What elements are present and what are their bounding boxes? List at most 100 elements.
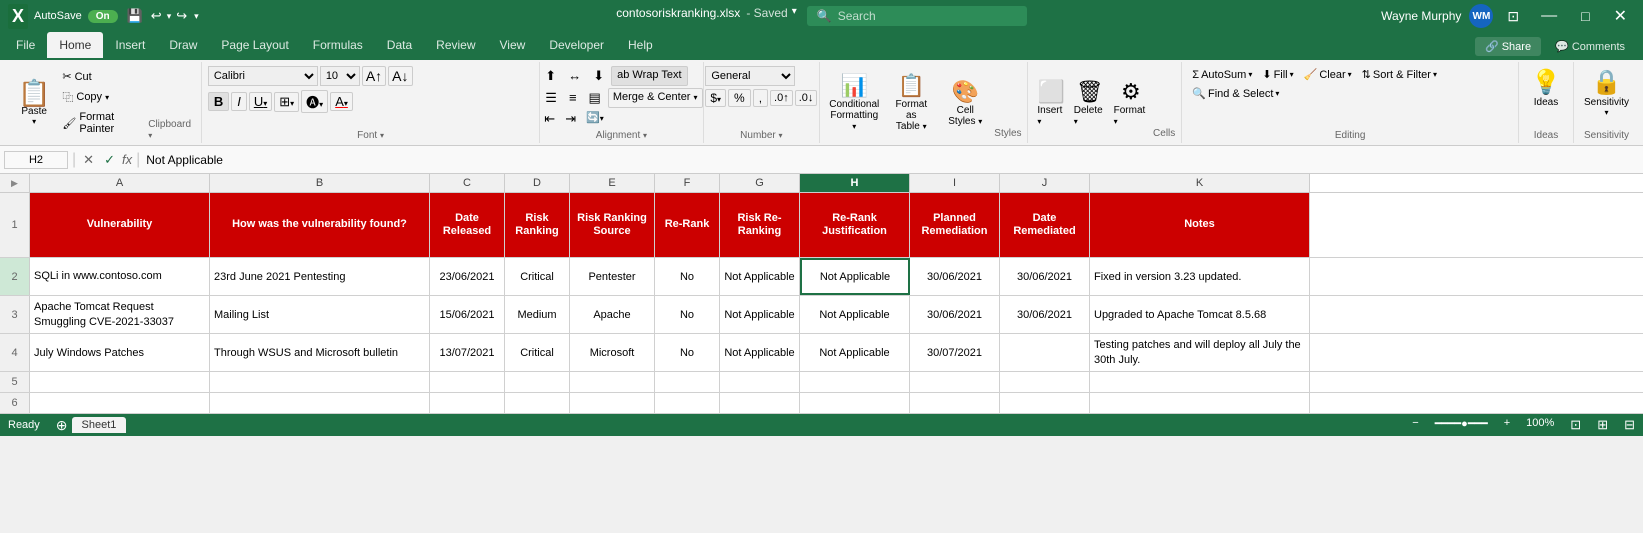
font-family-select[interactable]: Calibri: [208, 66, 318, 86]
tab-help[interactable]: Help: [616, 32, 665, 60]
cell-e2[interactable]: Pentester: [570, 258, 655, 295]
col-header-c[interactable]: C: [430, 174, 505, 192]
cell-d2[interactable]: Critical: [505, 258, 570, 295]
tab-formulas[interactable]: Formulas: [301, 32, 375, 60]
cell-b5[interactable]: [210, 372, 430, 392]
find-select-button[interactable]: 🔍 Find & Select ▾: [1188, 85, 1283, 102]
cell-f4[interactable]: No: [655, 334, 720, 371]
add-sheet-button[interactable]: ⊕: [56, 417, 68, 434]
col-header-e[interactable]: E: [570, 174, 655, 192]
currency-button[interactable]: $▾: [705, 89, 726, 107]
cell-b3[interactable]: Mailing List: [210, 296, 430, 333]
cell-d1[interactable]: Risk Ranking: [505, 193, 570, 257]
cell-c6[interactable]: [430, 393, 505, 413]
cell-g3[interactable]: Not Applicable: [720, 296, 800, 333]
cell-c5[interactable]: [430, 372, 505, 392]
confirm-formula-button[interactable]: ✓: [101, 152, 118, 168]
autosave-toggle[interactable]: On: [88, 10, 118, 23]
col-header-k[interactable]: K: [1090, 174, 1310, 192]
left-align-button[interactable]: ☰: [540, 88, 562, 108]
font-size-select[interactable]: 10: [320, 66, 360, 86]
redo-button[interactable]: ↪: [173, 6, 190, 26]
cell-k6[interactable]: [1090, 393, 1310, 413]
merge-center-button[interactable]: Merge & Center ▾: [608, 88, 703, 108]
cell-k1[interactable]: Notes: [1090, 193, 1310, 257]
sort-filter-button[interactable]: ⇅ Sort & Filter ▾: [1358, 66, 1441, 83]
copy-button[interactable]: ⿻Copy▾: [58, 87, 146, 107]
col-header-j[interactable]: J: [1000, 174, 1090, 192]
tab-draw[interactable]: Draw: [157, 32, 209, 60]
col-header-b[interactable]: B: [210, 174, 430, 192]
increase-decimal-button[interactable]: .0↑: [770, 90, 793, 106]
cell-h2[interactable]: Not Applicable: [800, 258, 910, 295]
zoom-in-button[interactable]: +: [1504, 417, 1510, 433]
paste-button[interactable]: 📋 Paste ▾: [14, 76, 54, 130]
tab-insert[interactable]: Insert: [103, 32, 157, 60]
cell-i1[interactable]: Planned Remediation: [910, 193, 1000, 257]
underline-button[interactable]: U▾: [249, 92, 272, 111]
cell-g5[interactable]: [720, 372, 800, 392]
italic-button[interactable]: I: [231, 92, 247, 111]
sheet-tab-sheet1[interactable]: Sheet1: [72, 417, 127, 433]
format-painter-button[interactable]: 🖌Format Painter: [58, 109, 146, 137]
increase-indent-button[interactable]: ⇥: [561, 110, 580, 128]
col-header-a[interactable]: A: [30, 174, 210, 192]
paste-dropdown[interactable]: ▾: [32, 117, 36, 126]
cell-d4[interactable]: Critical: [505, 334, 570, 371]
select-all-button[interactable]: ▶: [0, 174, 30, 192]
insert-button[interactable]: ⬜ Insert ▾: [1034, 76, 1068, 130]
cell-c1[interactable]: Date Released: [430, 193, 505, 257]
cell-e3[interactable]: Apache: [570, 296, 655, 333]
cell-g4[interactable]: Not Applicable: [720, 334, 800, 371]
delete-button[interactable]: 🗑 Delete ▾: [1071, 76, 1109, 130]
cell-f5[interactable]: [655, 372, 720, 392]
cell-j2[interactable]: 30/06/2021: [1000, 258, 1090, 295]
cell-g2[interactable]: Not Applicable: [720, 258, 800, 295]
user-avatar[interactable]: WM: [1469, 4, 1493, 28]
col-header-d[interactable]: D: [505, 174, 570, 192]
cell-k2[interactable]: Fixed in version 3.23 updated.: [1090, 258, 1310, 295]
cell-c2[interactable]: 23/06/2021: [430, 258, 505, 295]
cell-b2[interactable]: 23rd June 2021 Pentesting: [210, 258, 430, 295]
cell-reference-box[interactable]: H2: [4, 151, 68, 169]
center-align-button[interactable]: ≡: [564, 88, 582, 108]
cell-j1[interactable]: Date Remediated: [1000, 193, 1090, 257]
normal-view-button[interactable]: ⊡: [1570, 417, 1581, 433]
tab-page-layout[interactable]: Page Layout: [209, 32, 300, 60]
formula-input[interactable]: [144, 151, 1639, 169]
cell-a1[interactable]: Vulnerability: [30, 193, 210, 257]
cell-styles-button[interactable]: 🎨 Cell Styles ▾: [940, 76, 990, 130]
cell-h6[interactable]: [800, 393, 910, 413]
close-button[interactable]: ✕: [1606, 4, 1635, 28]
number-format-select[interactable]: General: [705, 66, 795, 86]
decrease-indent-button[interactable]: ⇤: [540, 110, 559, 128]
cancel-formula-button[interactable]: ✕: [80, 152, 97, 168]
increase-font-button[interactable]: A↑: [362, 66, 386, 86]
minimize-button[interactable]: —: [1533, 5, 1565, 27]
decrease-decimal-button[interactable]: .0↓: [795, 90, 818, 106]
cell-h1[interactable]: Re-Rank Justification: [800, 193, 910, 257]
cell-a5[interactable]: [30, 372, 210, 392]
cell-g1[interactable]: Risk Re-Ranking: [720, 193, 800, 257]
tab-review[interactable]: Review: [424, 32, 487, 60]
decrease-font-button[interactable]: A↓: [388, 66, 412, 86]
tab-home[interactable]: Home: [47, 32, 103, 60]
cell-b1[interactable]: How was the vulnerability found?: [210, 193, 430, 257]
customize-qat-dropdown[interactable]: ▾: [192, 9, 201, 24]
cell-i4[interactable]: 30/07/2021: [910, 334, 1000, 371]
search-box[interactable]: 🔍: [807, 6, 1027, 26]
cell-e6[interactable]: [570, 393, 655, 413]
wrap-text-button[interactable]: ab Wrap Text: [611, 66, 687, 86]
tab-view[interactable]: View: [488, 32, 538, 60]
col-header-h[interactable]: H: [800, 174, 910, 192]
page-layout-view-button[interactable]: ⊞: [1597, 417, 1608, 433]
cell-d5[interactable]: [505, 372, 570, 392]
cell-j6[interactable]: [1000, 393, 1090, 413]
share-button[interactable]: 🔗 Share: [1475, 37, 1541, 56]
cell-k5[interactable]: [1090, 372, 1310, 392]
cell-a2[interactable]: SQLi in www.contoso.com: [30, 258, 210, 295]
cell-f2[interactable]: No: [655, 258, 720, 295]
col-header-i[interactable]: I: [910, 174, 1000, 192]
cell-c3[interactable]: 15/06/2021: [430, 296, 505, 333]
borders-button[interactable]: ⊞▾: [274, 92, 299, 112]
